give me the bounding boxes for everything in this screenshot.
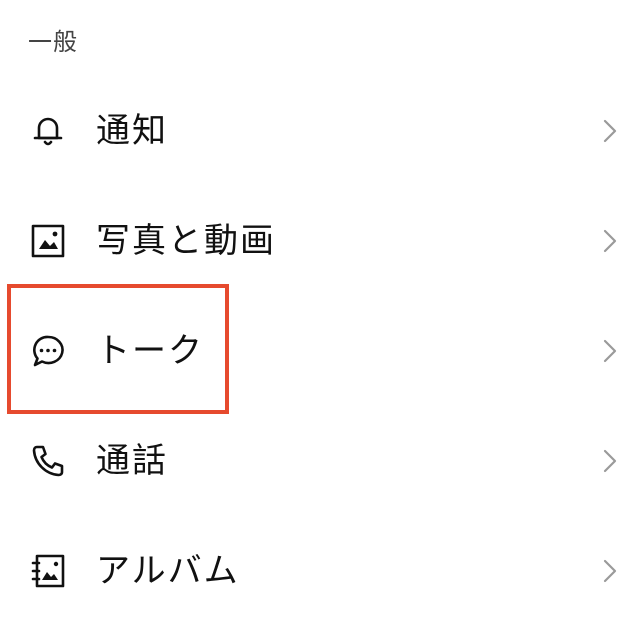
chevron-right-icon (600, 336, 620, 366)
chevron-right-icon (600, 226, 620, 256)
settings-row-photos-videos[interactable]: 写真と動画 (0, 186, 640, 296)
settings-row-label: トーク (96, 331, 204, 371)
settings-row-label: 通話 (96, 441, 168, 481)
settings-row-label: 通知 (96, 111, 168, 151)
chevron-right-icon (600, 556, 620, 586)
chevron-right-icon (600, 116, 620, 146)
section-header-general: 一般 (28, 28, 78, 56)
phone-icon (28, 441, 68, 481)
chevron-right-icon (600, 446, 620, 476)
photo-icon (28, 221, 68, 261)
bell-icon (28, 111, 68, 151)
settings-row-albums[interactable]: アルバム (0, 516, 640, 626)
settings-row-label: 写真と動画 (96, 221, 276, 261)
settings-row-notifications[interactable]: 通知 (0, 76, 640, 186)
album-icon (28, 551, 68, 591)
settings-screen: 一般 通知 写真と動画 トーク 通話 アルバム (0, 0, 640, 630)
settings-row-chats[interactable]: トーク (0, 296, 640, 406)
settings-row-label: アルバム (96, 551, 240, 591)
chat-bubble-icon (28, 331, 68, 371)
settings-row-calls[interactable]: 通話 (0, 406, 640, 516)
